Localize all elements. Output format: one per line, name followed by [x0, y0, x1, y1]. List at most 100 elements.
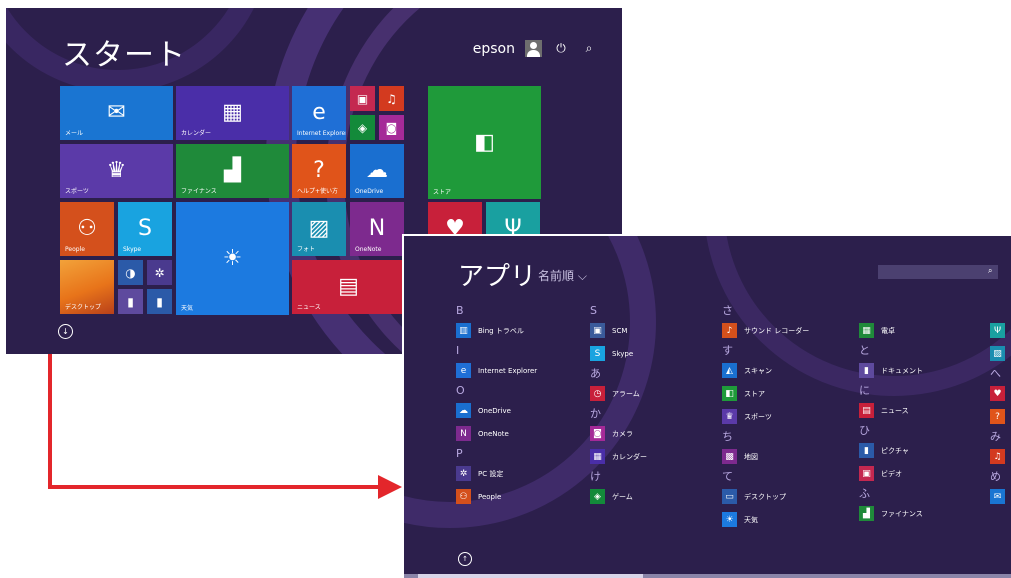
group-header[interactable]: O	[456, 382, 537, 399]
power-icon[interactable]: ⏻	[552, 41, 570, 56]
app-item[interactable]: ▥ Bing トラベル	[456, 319, 537, 342]
games-icon: ◈	[357, 120, 368, 135]
group-header[interactable]	[990, 302, 1011, 319]
scan-icon: ◭	[722, 363, 737, 378]
user-avatar-icon[interactable]	[525, 40, 542, 57]
tile-settings[interactable]: ✲	[147, 260, 172, 285]
app-item[interactable]: ▟ ファイナンス	[859, 502, 923, 525]
tile-mail[interactable]: ✉ メール	[60, 86, 173, 140]
tile-camera[interactable]: ◙	[379, 115, 404, 140]
app-item[interactable]: Ψ	[990, 319, 1011, 342]
help-icon: ?	[990, 409, 1005, 424]
tile-onedrive[interactable]: ☁ OneDrive	[350, 144, 404, 198]
documents-icon: ▮	[859, 363, 874, 378]
app-item[interactable]: ◧ ストア	[722, 382, 809, 405]
group-header[interactable]: ふ	[859, 485, 923, 502]
search-icon[interactable]: ⌕	[988, 266, 992, 276]
mail-icon: ✉	[990, 489, 1005, 504]
tile-music[interactable]: ♫	[379, 86, 404, 111]
group-header[interactable]: す	[722, 342, 809, 359]
tile-internet-explorer[interactable]: e Internet Explorer	[292, 86, 346, 140]
sort-dropdown[interactable]: 名前順 ⌵	[538, 267, 587, 284]
app-item[interactable]: ▤ ニュース	[859, 399, 923, 422]
app-item[interactable]: S Skype	[590, 342, 647, 365]
app-item[interactable]: ▮ ドキュメント	[859, 359, 923, 382]
skype-icon: S	[138, 216, 152, 241]
group-header[interactable]: め	[990, 468, 1011, 485]
horizontal-scrollbar[interactable]	[404, 574, 1011, 578]
video-icon: ▣	[859, 466, 874, 481]
tile-calendar[interactable]: ▦ カレンダー	[176, 86, 289, 140]
tile-label: People	[65, 246, 85, 253]
group-header[interactable]: ひ	[859, 422, 923, 439]
app-item[interactable]: ♛ スポーツ	[722, 405, 809, 428]
app-item[interactable]: ?	[990, 405, 1011, 428]
app-item[interactable]: ✉	[990, 485, 1011, 508]
app-item[interactable]: ⚇ People	[456, 485, 537, 508]
app-item[interactable]: ▦ 電卓	[859, 319, 923, 342]
app-item[interactable]: ☀ 天気	[722, 508, 809, 531]
app-item[interactable]: ♫	[990, 445, 1011, 468]
group-header[interactable]	[859, 302, 923, 319]
app-item[interactable]: ◷ アラーム	[590, 382, 647, 405]
tile-desktop[interactable]: デスクトップ	[60, 260, 114, 314]
tile-video[interactable]: ▣	[350, 86, 375, 111]
app-item[interactable]: ♥	[990, 382, 1011, 405]
app-item[interactable]: ✲ PC 設定	[456, 462, 537, 485]
app-name: People	[478, 492, 502, 501]
tile-reader[interactable]: ▮	[118, 289, 143, 314]
app-item[interactable]: ▩ 地図	[722, 445, 809, 468]
group-header[interactable]: へ	[990, 365, 1011, 382]
app-name: ピクチャ	[881, 446, 909, 455]
tile-photo[interactable]: ▨ フォト	[292, 202, 346, 256]
tile-trophy[interactable]: ♛ スポーツ	[60, 144, 173, 198]
tile-pictures[interactable]: ▮	[147, 289, 172, 314]
group-header[interactable]: と	[859, 342, 923, 359]
tile-weather[interactable]: ☀ 天気	[176, 202, 289, 315]
app-item[interactable]: ▦ カレンダー	[590, 445, 647, 468]
app-item[interactable]: ◭ スキャン	[722, 359, 809, 382]
travel-icon: ▥	[456, 323, 471, 338]
group-header[interactable]: け	[590, 468, 647, 485]
alarm-icon: ◷	[590, 386, 605, 401]
health-icon: ♥	[990, 386, 1005, 401]
app-item[interactable]: ◈ ゲーム	[590, 485, 647, 508]
group-header[interactable]: P	[456, 445, 537, 462]
app-item[interactable]: ◙ カメラ	[590, 422, 647, 445]
group-header[interactable]: あ	[590, 365, 647, 382]
app-item[interactable]: ▮ ピクチャ	[859, 439, 923, 462]
group-header[interactable]: に	[859, 382, 923, 399]
app-item[interactable]: ▣ SCM	[590, 319, 647, 342]
app-item[interactable]: e Internet Explorer	[456, 359, 537, 382]
tile-onenote[interactable]: N OneNote	[350, 202, 404, 256]
apps-search-input[interactable]	[878, 265, 998, 279]
back-to-start-up-arrow-icon[interactable]: ↑	[458, 552, 472, 566]
group-header[interactable]: B	[456, 302, 537, 319]
tile-skype[interactable]: S Skype	[118, 202, 172, 256]
app-item[interactable]: N OneNote	[456, 422, 537, 445]
group-header[interactable]: さ	[722, 302, 809, 319]
group-header[interactable]: て	[722, 468, 809, 485]
user-name[interactable]: epson	[473, 41, 515, 57]
app-item[interactable]: ▭ デスクトップ	[722, 485, 809, 508]
apps-column: S ▣ SCM S Skype あ ◷ アラームか ◙ カメラ ▦ カレンダーけ ◈ ゲーム	[590, 302, 647, 508]
tile-news[interactable]: ▤ ニュース	[292, 260, 405, 314]
scrollbar-thumb[interactable]	[418, 574, 643, 578]
tile-help[interactable]: ? ヘルプ+使い方	[292, 144, 346, 198]
app-item[interactable]: ☁ OneDrive	[456, 399, 537, 422]
app-item[interactable]: ♪ サウンド レコーダー	[722, 319, 809, 342]
group-header[interactable]: か	[590, 405, 647, 422]
app-item[interactable]: ▨	[990, 342, 1011, 365]
group-header[interactable]: S	[590, 302, 647, 319]
group-header[interactable]: み	[990, 428, 1011, 445]
tile-finance[interactable]: ▟ ファイナンス	[176, 144, 289, 198]
tile-pc-settings-small[interactable]: ◑	[118, 260, 143, 285]
group-header[interactable]: I	[456, 342, 537, 359]
tile-people[interactable]: ⚇ People	[60, 202, 114, 256]
group-header[interactable]: ち	[722, 428, 809, 445]
all-apps-down-arrow-icon[interactable]: ↓	[58, 324, 73, 339]
app-item[interactable]: ▣ ビデオ	[859, 462, 923, 485]
tile-store[interactable]: ◧ ストア	[428, 86, 541, 199]
tile-games[interactable]: ◈	[350, 115, 375, 140]
search-icon[interactable]: ⌕	[580, 41, 598, 56]
